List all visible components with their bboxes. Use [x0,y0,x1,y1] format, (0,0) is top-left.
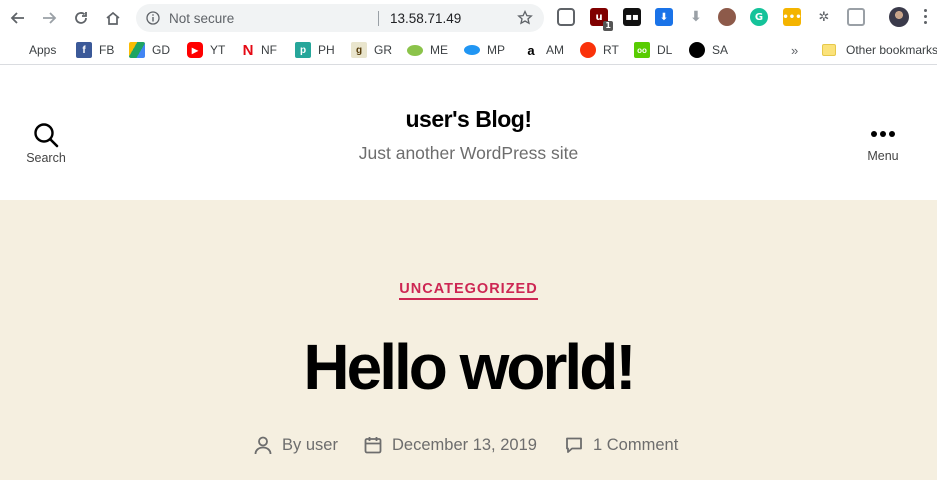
browser-toolbar: Not secure 13.58.71.49 u1 ▪▪ ⬇ ⬇ G ••• ✲ [0,0,937,36]
window-extension-icon[interactable] [847,8,865,26]
other-bookmarks-label: Other bookmarks [846,43,937,57]
bookmark-label: FB [99,43,115,57]
category-link-wrap: UNCATEGORIZED [0,280,937,300]
duolingo-icon: oo [634,42,650,58]
forward-button[interactable] [37,6,61,30]
info-icon[interactable] [146,11,160,25]
bookmark-label: GR [374,43,392,57]
comments-text[interactable]: 1 Comment [593,436,678,455]
bookmark-label: NF [261,43,277,57]
grammarly-extension-icon[interactable]: G [750,8,768,26]
bookmark-label: YT [210,43,226,57]
apps-grid-icon [8,43,22,57]
arrow-down-extension-icon[interactable]: ⬇ [687,8,705,26]
forward-arrow-icon [43,12,57,24]
bookmark-label: SA [712,43,729,57]
ublock-extension-icon[interactable]: u1 [590,8,613,31]
download-extension-icon[interactable]: ⬇ [655,8,673,26]
back-arrow-icon [10,12,24,24]
reload-button[interactable] [69,6,93,30]
notes-extension-icon[interactable]: ••• [782,8,802,26]
author-text[interactable]: By user [282,436,338,455]
facebook-icon: f [76,42,92,58]
comment-icon [566,437,582,453]
reload-icon [75,12,87,24]
home-button[interactable] [101,6,125,30]
bookmark-yt[interactable]: ▶ YT [187,41,225,59]
bookmark-gd[interactable]: GD [129,41,170,59]
calendar-icon [364,437,382,454]
entry-header: UNCATEGORIZED Hello world! By user Decem… [0,200,937,480]
bookmark-rt[interactable]: RT [580,41,619,59]
site-description: Just another WordPress site [358,143,579,163]
post-title[interactable]: Hello world! [0,332,937,402]
translate-extension-icon[interactable]: ✲ [815,8,833,26]
pocket-extension-icon[interactable] [557,8,575,26]
folder-icon [822,44,836,56]
bookmark-label: GD [152,43,170,57]
bookmark-label: RT [603,43,619,57]
bookmark-am[interactable]: a AM [523,41,564,59]
bookmark-sa[interactable]: SA [689,41,728,59]
other-bookmarks-folder[interactable]: Other bookmarks [822,41,937,59]
profile-avatar[interactable] [889,7,909,27]
mp-icon [464,45,480,55]
bookmark-label: PH [318,43,335,57]
category-link[interactable]: UNCATEGORIZED [399,281,538,300]
ph-icon: p [295,42,311,58]
browser-menu-icon[interactable] [922,9,928,27]
bookmark-label: AM [546,43,564,57]
post-date[interactable]: December 13, 2019 [364,434,537,456]
google-drive-icon [129,42,145,58]
home-icon [106,11,120,25]
url-text[interactable]: 13.58.71.49 [390,11,461,26]
bookmark-label: ME [430,43,448,57]
bookmark-apps[interactable]: Apps [8,41,56,59]
menu-label: Menu [867,149,899,163]
coffee-extension-icon[interactable] [718,8,736,26]
amazon-icon: a [523,42,539,58]
bookmark-star-icon[interactable] [517,10,533,26]
address-bar[interactable]: Not secure 13.58.71.49 [136,4,544,32]
post-author[interactable]: By user [254,434,338,456]
bookmark-fb[interactable]: f FB [76,41,114,59]
bookmark-ph[interactable]: p PH [295,41,335,59]
date-text[interactable]: December 13, 2019 [392,436,537,455]
netflix-icon: N [242,41,254,59]
more-dots-icon [856,122,910,146]
post-comments[interactable]: 1 Comment [565,434,678,456]
bookmark-mp[interactable]: MP [464,41,505,59]
site-header: Search user's Blog! Just another WordPre… [0,66,937,200]
goodreads-icon: g [351,42,367,58]
bookmark-nf[interactable]: N NF [242,41,277,59]
bookmark-me[interactable]: ME [407,41,448,59]
bookmark-label: MP [487,43,505,57]
site-title[interactable]: user's Blog! [0,106,937,133]
more-bookmarks-chevron-icon[interactable]: » [791,43,798,58]
bookmark-label: DL [657,43,673,57]
security-label[interactable]: Not secure [169,11,234,26]
me-icon [407,44,423,56]
bookmarks-bar: Apps f FB GD ▶ YT N NF p PH g GR ME MP a… [0,36,937,65]
address-separator [378,11,379,26]
menu-toggle-button[interactable]: Menu [856,122,910,172]
sa-icon [689,42,705,58]
tampermonkey-extension-icon[interactable]: ▪▪ [623,8,641,26]
user-icon [254,436,272,454]
youtube-icon: ▶ [187,42,203,58]
back-button[interactable] [6,6,30,30]
bookmark-label: Apps [29,43,57,57]
bookmark-dl[interactable]: oo DL [634,41,672,59]
rotten-tomatoes-icon [580,42,596,58]
bookmark-gr[interactable]: g GR [351,41,392,59]
